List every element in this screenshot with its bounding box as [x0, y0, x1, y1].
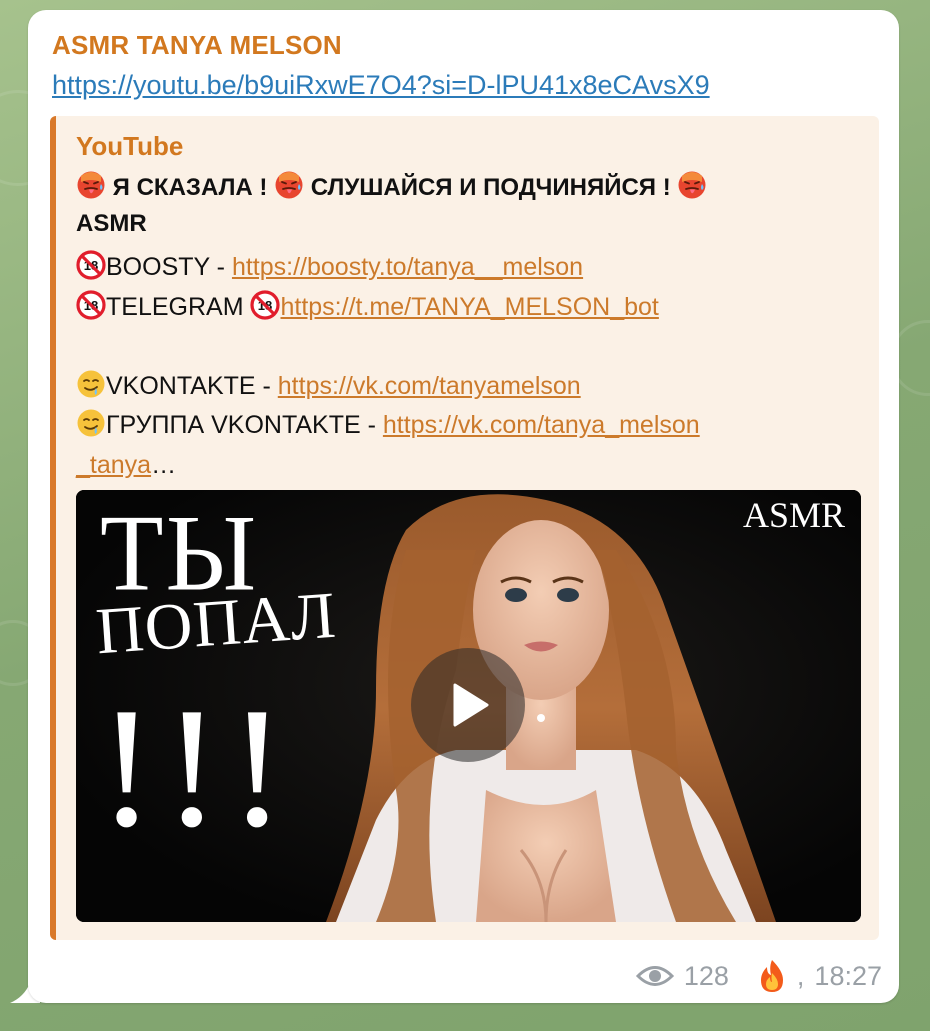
- desc-line-vk-group-cont: _tanya…: [76, 446, 836, 486]
- no-under-18-emoji-icon: [76, 250, 106, 280]
- title-part-2: СЛУШАЙСЯ И ПОДЧИНЯЙСЯ !: [310, 174, 671, 201]
- no-under-18-emoji-icon: [76, 290, 106, 320]
- telegram-label: TELEGRAM: [106, 292, 251, 321]
- boosty-label: BOOSTY -: [106, 253, 232, 281]
- desc-blank-line: [76, 327, 836, 367]
- hot-face-emoji-icon: [274, 170, 304, 200]
- boosty-link[interactable]: https://boosty.to/tanya__melson: [232, 253, 583, 281]
- telegram-link[interactable]: https://t.me/TANYA_MELSON_bot: [280, 293, 658, 321]
- drooling-face-emoji-icon: [76, 369, 106, 399]
- preview-description: BOOSTY - https://boosty.to/tanya__melson…: [76, 248, 836, 485]
- meta-separator: ,: [796, 960, 805, 991]
- hot-face-emoji-icon: [677, 170, 707, 200]
- thumbnail-text-exclamation: !!!: [98, 673, 294, 863]
- play-button[interactable]: [411, 648, 525, 762]
- preview-title: Я СКАЗАЛА ! СЛУШАЙСЯ И ПОДЧИНЯЙСЯ ! ASMR: [76, 170, 836, 242]
- preview-accent-bar: [50, 116, 56, 940]
- eye-icon: [635, 966, 674, 986]
- title-part-3: ASMR: [76, 210, 147, 237]
- sender-name[interactable]: ASMR TANYA MELSON: [52, 30, 342, 61]
- message-link[interactable]: https://youtu.be/b9uiRxwE7O4?si=D-lPU41x…: [52, 70, 710, 101]
- preview-site-name: YouTube: [76, 131, 184, 161]
- thumbnail-watermark: ASMR: [742, 495, 845, 535]
- vk-label: VKONTAKTE -: [106, 371, 278, 400]
- desc-line-boosty: BOOSTY - https://boosty.to/tanya__melson: [76, 248, 836, 288]
- link-preview[interactable]: YouTube Я СКАЗАЛА ! СЛУШАЙСЯ И ПОДЧИНЯЙС…: [50, 116, 879, 940]
- desc-line-vk-group: ГРУППА VKONTAKTE - https://vk.com/tanya_…: [76, 406, 836, 446]
- message-meta: 128 , 18:27: [635, 958, 882, 994]
- message-time: 18:27: [814, 960, 882, 991]
- desc-line-telegram: TELEGRAM https://t.me/TANYA_MELSON_bot: [76, 288, 836, 328]
- desc-ellipsis: …: [151, 450, 177, 479]
- video-thumbnail[interactable]: ТЫ ПОПАЛ !!! ASMR: [76, 490, 861, 922]
- title-part-1: Я СКАЗАЛА !: [112, 174, 268, 201]
- view-count: 128: [683, 960, 729, 991]
- vk-group-link[interactable]: https://vk.com/tanya_melson: [383, 411, 700, 439]
- vk-group-label: ГРУППА VKONTAKTE -: [106, 411, 383, 439]
- play-icon: [453, 683, 489, 727]
- desc-line-vk: VKONTAKTE - https://vk.com/tanyamelson: [76, 367, 836, 407]
- no-under-18-emoji-icon: [250, 290, 280, 320]
- hot-face-emoji-icon: [76, 170, 106, 200]
- drooling-face-emoji-icon: [76, 408, 106, 438]
- vk-group-link-continued[interactable]: _tanya: [76, 451, 151, 479]
- fire-reaction-icon[interactable]: [757, 959, 787, 993]
- vk-link[interactable]: https://vk.com/tanyamelson: [278, 372, 581, 400]
